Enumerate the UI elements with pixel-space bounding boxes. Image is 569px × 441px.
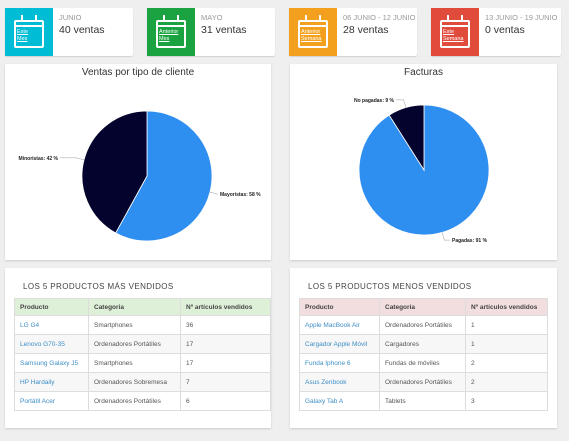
calendar-icon: Este Mes — [14, 15, 44, 48]
table-row: Lenovo G70-35 Ordenadores Portátiles 17 — [14, 334, 271, 354]
stat-count: 0 ventas — [485, 24, 525, 36]
calendar-icon: Anterior Mes — [156, 15, 186, 48]
slice-label: No pagadas: 9 % — [354, 98, 395, 104]
chart-card-client-type: Ventas por tipo de cliente Mayoristas: 5… — [5, 64, 271, 260]
stat-count: 40 ventas — [59, 24, 105, 36]
leader-line — [60, 157, 85, 161]
chart-card-invoices: Facturas Pagadas: 91 % No pagadas: 9 % — [290, 64, 557, 260]
table-header-row: Producto Categoria Nº artículos vendidos — [299, 298, 548, 316]
product-link[interactable]: LG G4 — [14, 315, 89, 335]
category-cell: Smartphones — [88, 353, 181, 373]
category-cell: Smartphones — [88, 315, 181, 335]
category-cell: Tablets — [379, 391, 466, 411]
table-row: HP Hardaily Ordenadores Sobremesa 7 — [14, 372, 271, 392]
table-row: Apple MacBook Air Ordenadores Portátiles 1 — [299, 315, 548, 335]
product-link[interactable]: Funda Iphone 6 — [299, 353, 380, 373]
stat-tile: Este Semana — [431, 8, 479, 56]
table-row: LG G4 Smartphones 36 — [14, 315, 271, 335]
product-link[interactable]: Samsung Galaxy J5 — [14, 353, 89, 373]
slice-label: Mayoristas: 58 % — [220, 192, 261, 198]
product-link[interactable]: Portátil Acer — [14, 391, 89, 411]
stat-tile: Anterior Semana — [289, 8, 337, 56]
table-row: Funda Iphone 6 Fundas de móviles 2 — [299, 353, 548, 373]
stat-card-last-month: Anterior Mes MAYO 31 ventas — [147, 8, 275, 56]
leader-line — [396, 99, 407, 108]
column-header-sold: Nº artículos vendidos — [465, 298, 548, 316]
pie-chart-client-type: Mayoristas: 58 % Minoristas: 42 % — [19, 110, 261, 242]
stat-card-this-week: Este Semana 13 JUNIO - 19 JUNIO 0 ventas — [431, 8, 561, 56]
calendar-icon-label: Este Mes — [17, 29, 29, 42]
category-cell: Ordenadores Portátiles — [88, 391, 181, 411]
stat-card-last-week: Anterior Semana 06 JUNIO - 12 JUNIO 28 v… — [289, 8, 417, 56]
calendar-icon-label: Este Semana — [443, 29, 464, 42]
product-link[interactable]: Asus Zenbook — [299, 372, 380, 392]
sold-cell: 6 — [180, 391, 271, 411]
sold-cell: 1 — [465, 334, 548, 354]
table-header-row: Producto Categoria Nº artículos vendidos — [14, 298, 271, 316]
category-cell: Ordenadores Portátiles — [379, 372, 466, 392]
stat-period: 06 JUNIO - 12 JUNIO — [343, 13, 416, 22]
calendar-icon: Este Semana — [440, 15, 470, 48]
column-header-category: Categoria — [379, 298, 466, 316]
product-link[interactable]: Lenovo G70-35 — [14, 334, 89, 354]
table-row: Portátil Acer Ordenadores Portátiles 6 — [14, 391, 271, 411]
sold-cell: 17 — [180, 353, 271, 373]
stat-card-this-month: Este Mes JUNIO 40 ventas — [5, 8, 133, 56]
stat-period: JUNIO — [59, 13, 82, 22]
bottom-products-table: Producto Categoria Nº artículos vendidos… — [299, 298, 548, 411]
column-header-product: Producto — [299, 298, 380, 316]
category-cell: Ordenadores Portátiles — [379, 315, 466, 335]
stat-tile: Anterior Mes — [147, 8, 195, 56]
leader-line — [441, 232, 450, 241]
top-products-card: LOS 5 PRODUCTOS MÁS VENDIDOS Producto Ca… — [5, 268, 271, 428]
stat-period: 13 JUNIO - 19 JUNIO — [485, 13, 558, 22]
product-link[interactable]: HP Hardaily — [14, 372, 89, 392]
table-row: Samsung Galaxy J5 Smartphones 17 — [14, 353, 271, 373]
sold-cell: 2 — [465, 372, 548, 392]
slice-label: Pagadas: 91 % — [452, 238, 488, 244]
column-header-sold: Nº artículos vendidos — [180, 298, 271, 316]
bottom-products-title: LOS 5 PRODUCTOS MENOS VENDIDOS — [308, 282, 472, 291]
sold-cell: 17 — [180, 334, 271, 354]
calendar-icon: Anterior Semana — [298, 15, 328, 48]
calendar-icon-label: Anterior Semana — [301, 29, 322, 42]
top-products-title: LOS 5 PRODUCTOS MÁS VENDIDOS — [23, 282, 174, 291]
product-link[interactable]: Apple MacBook Air — [299, 315, 380, 335]
leader-line — [209, 191, 218, 195]
category-cell: Cargadores — [379, 334, 466, 354]
category-cell: Ordenadores Sobremesa — [88, 372, 181, 392]
sold-cell: 2 — [465, 353, 548, 373]
sold-cell: 3 — [465, 391, 548, 411]
top-products-table: Producto Categoria Nº artículos vendidos… — [14, 298, 271, 411]
category-cell: Fundas de móviles — [379, 353, 466, 373]
stat-period: MAYO — [201, 13, 223, 22]
bottom-products-card: LOS 5 PRODUCTOS MENOS VENDIDOS Producto … — [290, 268, 557, 428]
product-link[interactable]: Cargador Apple Móvil — [299, 334, 380, 354]
column-header-product: Producto — [14, 298, 89, 316]
stat-count: 28 ventas — [343, 24, 389, 36]
table-row: Asus Zenbook Ordenadores Portátiles 2 — [299, 372, 548, 392]
stat-count: 31 ventas — [201, 24, 247, 36]
product-link[interactable]: Galaxy Tab A — [299, 391, 380, 411]
sold-cell: 36 — [180, 315, 271, 335]
sold-cell: 1 — [465, 315, 548, 335]
calendar-icon-label: Anterior Mes — [159, 29, 179, 42]
table-row: Cargador Apple Móvil Cargadores 1 — [299, 334, 548, 354]
sold-cell: 7 — [180, 372, 271, 392]
category-cell: Ordenadores Portátiles — [88, 334, 181, 354]
column-header-category: Categoria — [88, 298, 181, 316]
pie-chart-invoices: Pagadas: 91 % No pagadas: 9 % — [354, 98, 490, 244]
slice-label: Minoristas: 42 % — [19, 156, 59, 162]
table-row: Galaxy Tab A Tablets 3 — [299, 391, 548, 411]
stat-tile: Este Mes — [5, 8, 53, 56]
